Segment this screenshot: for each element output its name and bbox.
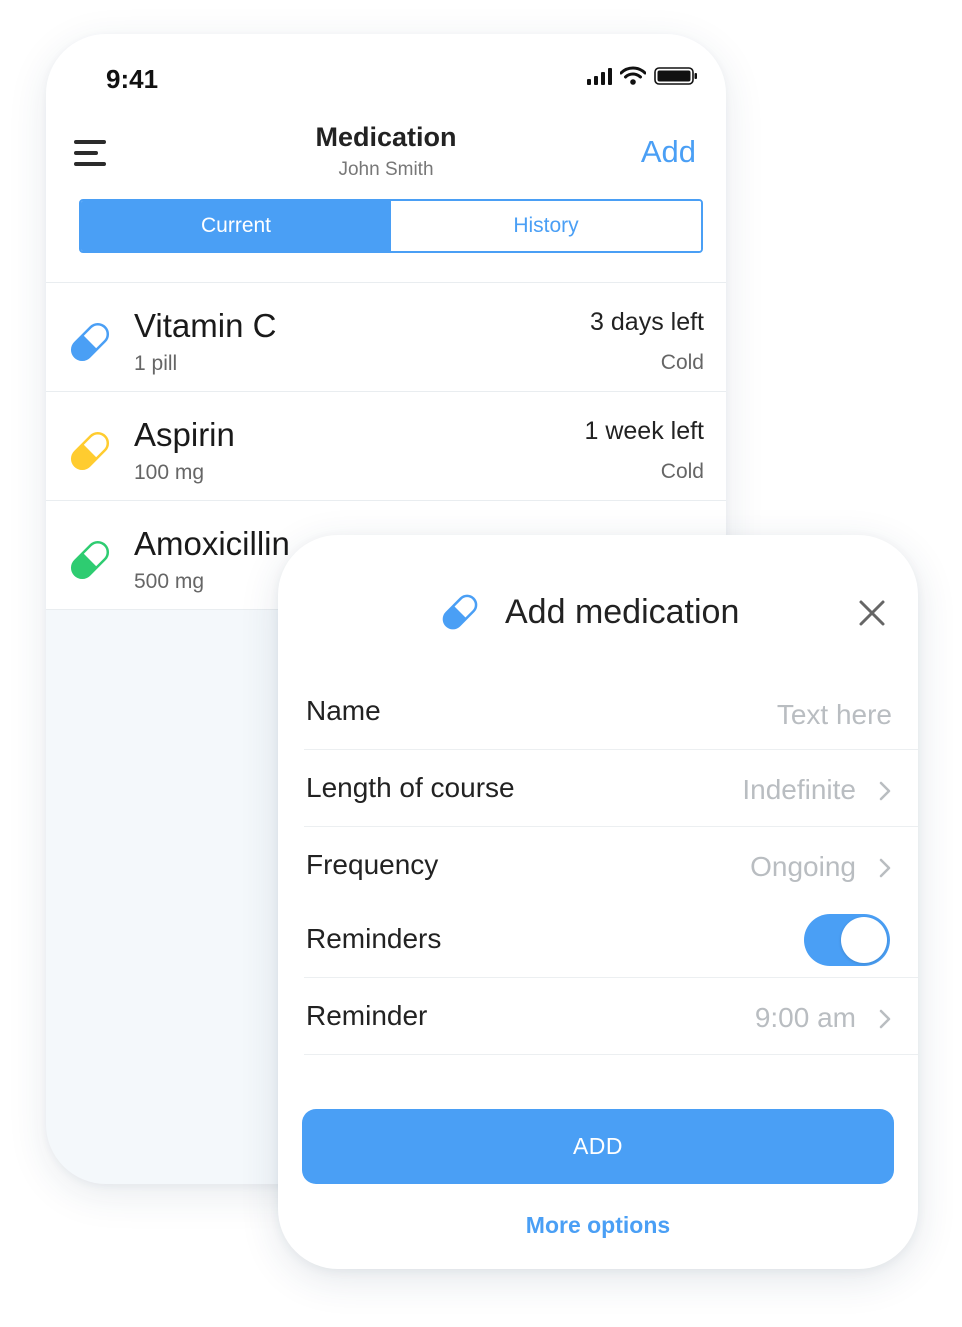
frequency-row[interactable]: Frequency Ongoing — [304, 827, 918, 903]
segmented-control: Current History — [79, 199, 703, 253]
list-item[interactable]: Vitamin C 1 pill 3 days left Cold — [46, 282, 726, 391]
status-icons — [587, 66, 698, 86]
tab-history[interactable]: History — [391, 201, 701, 251]
pill-icon — [442, 594, 478, 630]
add-medication-modal: Add medication Name Text here Length of … — [278, 535, 918, 1269]
wifi-icon — [620, 66, 646, 85]
add-medication-button[interactable]: ADD — [302, 1109, 894, 1184]
toggle-knob — [841, 917, 887, 963]
close-icon[interactable] — [858, 599, 886, 627]
course-value: Indefinite — [742, 774, 856, 805]
battery-icon — [654, 67, 697, 85]
frequency-value: Ongoing — [750, 851, 856, 882]
name-input[interactable]: Text here — [777, 699, 892, 731]
chevron-right-icon — [879, 781, 891, 801]
reminder-time-row[interactable]: Reminder 9:00 am — [304, 978, 918, 1055]
med-tag: Cold — [660, 460, 704, 483]
pill-icon — [70, 540, 110, 580]
more-options-link[interactable]: More options — [278, 1212, 918, 1239]
med-tag: Cold — [660, 351, 704, 374]
med-dose: 500 mg — [134, 570, 205, 593]
reminder-value: 9:00 am — [754, 1002, 856, 1033]
pill-icon — [70, 322, 110, 362]
name-field-row[interactable]: Name Text here — [304, 675, 918, 750]
course-label: Length of course — [306, 772, 515, 803]
reminders-label: Reminders — [306, 923, 442, 954]
add-button[interactable]: Add — [641, 134, 696, 170]
reminder-label: Reminder — [306, 1000, 428, 1031]
chevron-right-icon — [879, 858, 891, 878]
med-name: Aspirin — [134, 416, 235, 453]
page-subtitle: John Smith — [338, 159, 434, 180]
med-dose: 100 mg — [134, 461, 205, 484]
reminders-toggle[interactable] — [804, 914, 890, 966]
med-dose: 1 pill — [134, 352, 178, 375]
tab-current[interactable]: Current — [81, 201, 391, 251]
list-item[interactable]: Aspirin 100 mg 1 week left Cold — [46, 391, 726, 500]
course-row[interactable]: Length of course Indefinite — [304, 750, 918, 827]
chevron-right-icon — [879, 1009, 891, 1029]
pill-icon — [70, 431, 110, 471]
header-area: 9:41 Medication John Smith Add Current H… — [46, 34, 726, 282]
page-title: Medication — [315, 122, 457, 152]
frequency-label: Frequency — [306, 849, 439, 880]
signal-icon — [587, 67, 612, 85]
med-name: Amoxicillin — [134, 525, 290, 562]
status-time: 9:41 — [106, 64, 159, 94]
modal-title: Add medication — [505, 593, 740, 631]
med-remaining: 1 week left — [584, 417, 704, 445]
med-name: Vitamin C — [134, 307, 277, 344]
med-remaining: 3 days left — [590, 308, 704, 336]
name-label: Name — [306, 695, 381, 726]
